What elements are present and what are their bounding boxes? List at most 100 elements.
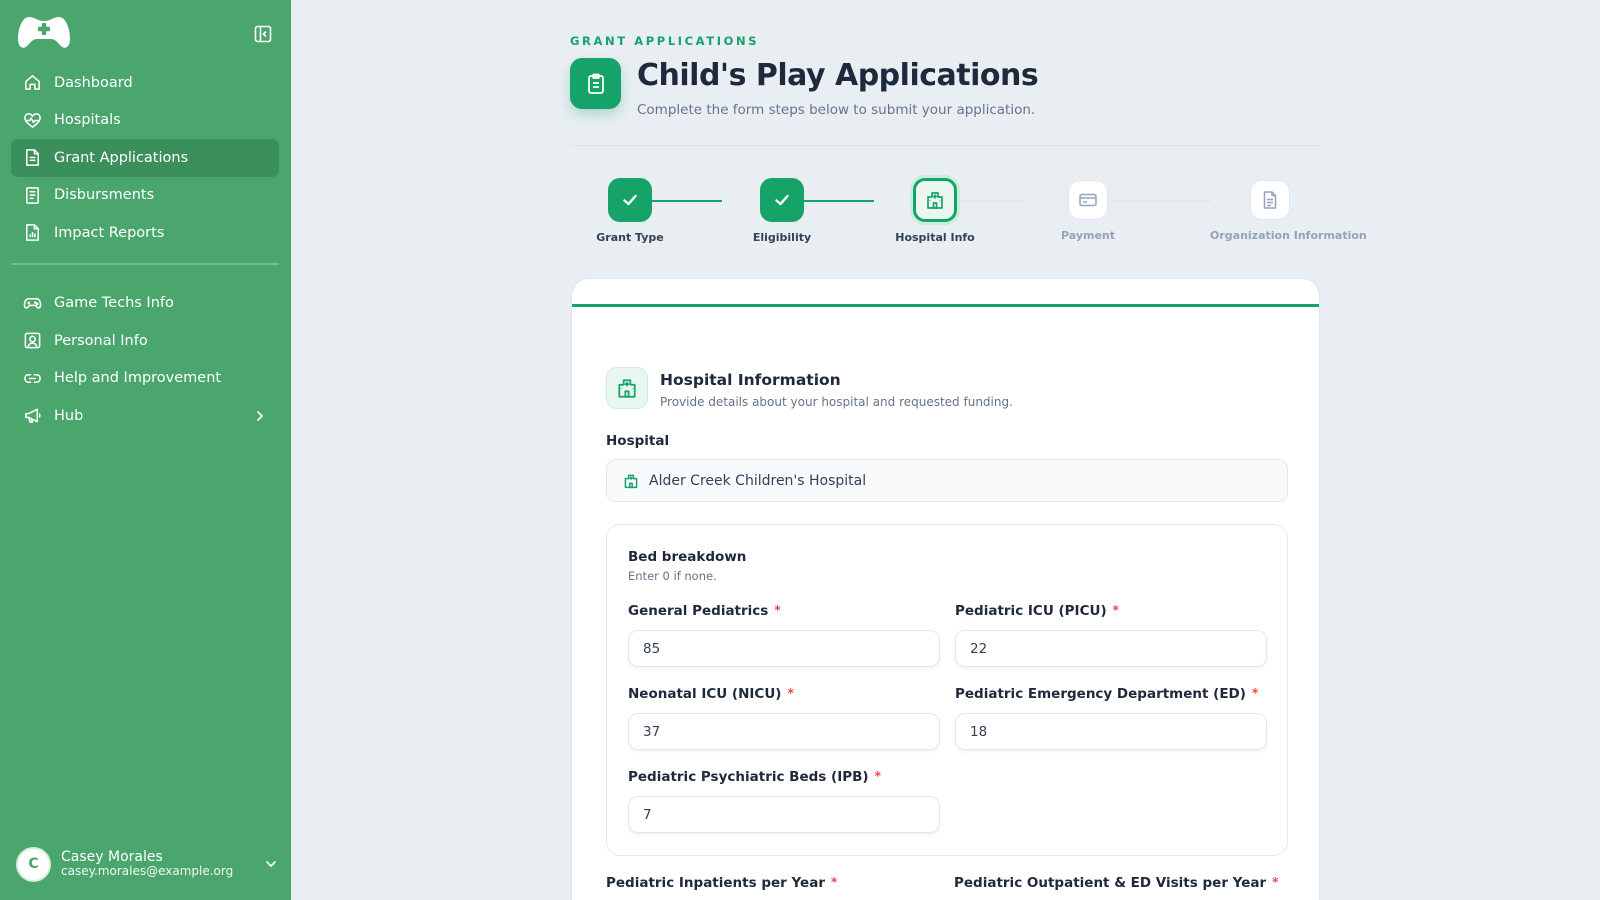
step-grant-type[interactable]: Grant Type: [570, 178, 690, 244]
field-label: Pediatric Emergency Department (ED) *: [955, 686, 1258, 702]
heart-pulse-icon: [24, 112, 41, 128]
sidebar-item-label: Help and Improvement: [54, 370, 222, 387]
receipt-icon: [26, 186, 39, 204]
field-label-text: General Pediatrics: [628, 603, 769, 619]
required-mark: *: [787, 686, 794, 700]
avatar: C: [16, 846, 51, 882]
gamepad-icon: [23, 297, 42, 309]
sidebar-item-disbursments[interactable]: Disbursments: [11, 177, 279, 215]
field-label: General Pediatrics *: [628, 603, 781, 619]
credit-card-icon: [1079, 193, 1097, 207]
step-hospital-info[interactable]: Hospital Info: [875, 178, 995, 244]
step-label: Organization Information: [1210, 229, 1367, 242]
user-name: Casey Morales: [61, 849, 163, 866]
sidebar-item-impact-reports[interactable]: Impact Reports: [11, 214, 279, 252]
chevron-down-icon: [266, 861, 276, 868]
sidebar: Dashboard Hospitals Grant Applications D…: [0, 0, 291, 900]
required-mark: *: [1251, 686, 1259, 700]
nicu-input[interactable]: [628, 713, 940, 750]
psychiatric-beds-input[interactable]: [628, 796, 940, 833]
sidebar-item-dashboard[interactable]: Dashboard: [11, 64, 279, 102]
step-label: Eligibility: [752, 231, 812, 244]
required-mark: *: [774, 603, 781, 617]
sidebar-item-label: Grant Applications: [54, 149, 189, 166]
field-label-text: Pediatric ICU (PICU): [955, 603, 1107, 619]
hospital-building-icon: [624, 474, 638, 488]
user-square-icon: [24, 332, 41, 349]
step-circle: [1068, 180, 1108, 220]
sidebar-item-hub[interactable]: Hub: [11, 397, 279, 435]
user-email: casey.morales@example.org: [61, 864, 234, 879]
field-label: Pediatric Psychiatric Beds (IPB) *: [628, 769, 881, 785]
clipboard-icon: [570, 58, 621, 109]
field-label-text: Pediatric Emergency Department (ED): [955, 686, 1246, 702]
document-icon: [26, 149, 39, 167]
required-mark: *: [1272, 875, 1279, 889]
hospital-building-icon: [606, 367, 648, 409]
bed-breakdown-title: Bed breakdown: [628, 549, 747, 565]
chart-file-icon: [26, 224, 39, 242]
general-pediatrics-input[interactable]: [628, 630, 940, 667]
user-info: Casey Morales casey.morales@example.org: [61, 849, 233, 879]
page-title: Child's Play Applications: [637, 58, 1039, 93]
step-label: Grant Type: [596, 231, 664, 244]
field-label-text: Pediatric Outpatient & ED Visits per Yea…: [954, 875, 1267, 891]
hospital-select[interactable]: Alder Creek Children's Hospital: [606, 459, 1288, 502]
bed-breakdown-hint: Enter 0 if none.: [628, 569, 717, 583]
field-label: Neonatal ICU (NICU) *: [628, 686, 794, 702]
section-title: Hospital Information: [660, 371, 841, 389]
sidebar-item-label: Personal Info: [54, 332, 148, 349]
megaphone-icon: [25, 408, 41, 424]
field-label-text: Pediatric Psychiatric Beds (IPB): [628, 769, 869, 785]
user-menu[interactable]: C Casey Morales casey.morales@example.or…: [16, 844, 278, 884]
required-mark: *: [874, 769, 881, 783]
step-eligibility[interactable]: Eligibility: [722, 178, 842, 244]
required-mark: *: [1112, 603, 1119, 617]
field-label-text: Neonatal ICU (NICU): [628, 686, 782, 702]
card-accent-bar: [572, 304, 1319, 307]
sidebar-item-label: Hospitals: [54, 112, 121, 129]
hospital-label: Hospital: [606, 433, 670, 449]
file-text-icon: [1263, 191, 1277, 209]
sidebar-item-hospitals[interactable]: Hospitals: [11, 102, 279, 140]
step-circle: [760, 178, 804, 222]
sidebar-item-personal-info[interactable]: Personal Info: [11, 322, 279, 360]
collapse-sidebar-icon[interactable]: [254, 25, 272, 43]
step-circle: [608, 178, 652, 222]
field-label: Pediatric Outpatient & ED Visits per Yea…: [954, 875, 1278, 891]
sidebar-item-label: Game Techs Info: [54, 295, 174, 312]
field-label-text: Pediatric Inpatients per Year: [606, 875, 825, 891]
sidebar-item-label: Disbursments: [54, 187, 155, 204]
field-label: Pediatric ICU (PICU) *: [955, 603, 1119, 619]
step-label: Hospital Info: [895, 231, 975, 244]
bed-breakdown-group: Bed breakdown Enter 0 if none. General P…: [606, 524, 1288, 856]
sidebar-divider: [11, 262, 279, 265]
sidebar-nav: Dashboard Hospitals Grant Applications D…: [11, 64, 279, 435]
field-label: Pediatric Inpatients per Year *: [606, 875, 837, 891]
step-circle: [913, 178, 957, 222]
sidebar-item-label: Impact Reports: [54, 224, 165, 241]
gamepad-logo-icon[interactable]: [17, 14, 71, 50]
check-icon: [775, 194, 789, 206]
chevron-right-icon: [257, 410, 264, 421]
sidebar-item-grant-applications[interactable]: Grant Applications: [11, 139, 279, 177]
home-icon: [25, 75, 40, 91]
required-mark: *: [830, 875, 838, 889]
pediatric-ed-input[interactable]: [955, 713, 1267, 750]
step-organization-information[interactable]: Organization Information: [1210, 178, 1367, 242]
step-label: Payment: [1060, 229, 1116, 242]
picu-input[interactable]: [955, 630, 1267, 667]
link-icon: [24, 373, 41, 383]
step-payment[interactable]: Payment: [1028, 178, 1148, 242]
header-divider: [570, 145, 1321, 146]
sidebar-item-label: Hub: [54, 407, 84, 424]
check-icon: [623, 194, 637, 206]
page-eyebrow: GRANT APPLICATIONS: [570, 34, 760, 48]
hospital-value: Alder Creek Children's Hospital: [649, 472, 867, 489]
step-circle: [1250, 180, 1290, 220]
form-stepper: Grant Type Eligibility Hospital Info Pay…: [570, 178, 1367, 248]
hospital-building-icon: [927, 192, 943, 209]
hospital-info-card: Hospital Information Provide details abo…: [571, 278, 1320, 900]
sidebar-item-help-and-improvement[interactable]: Help and Improvement: [11, 360, 279, 398]
sidebar-item-game-techs-info[interactable]: Game Techs Info: [11, 285, 279, 323]
